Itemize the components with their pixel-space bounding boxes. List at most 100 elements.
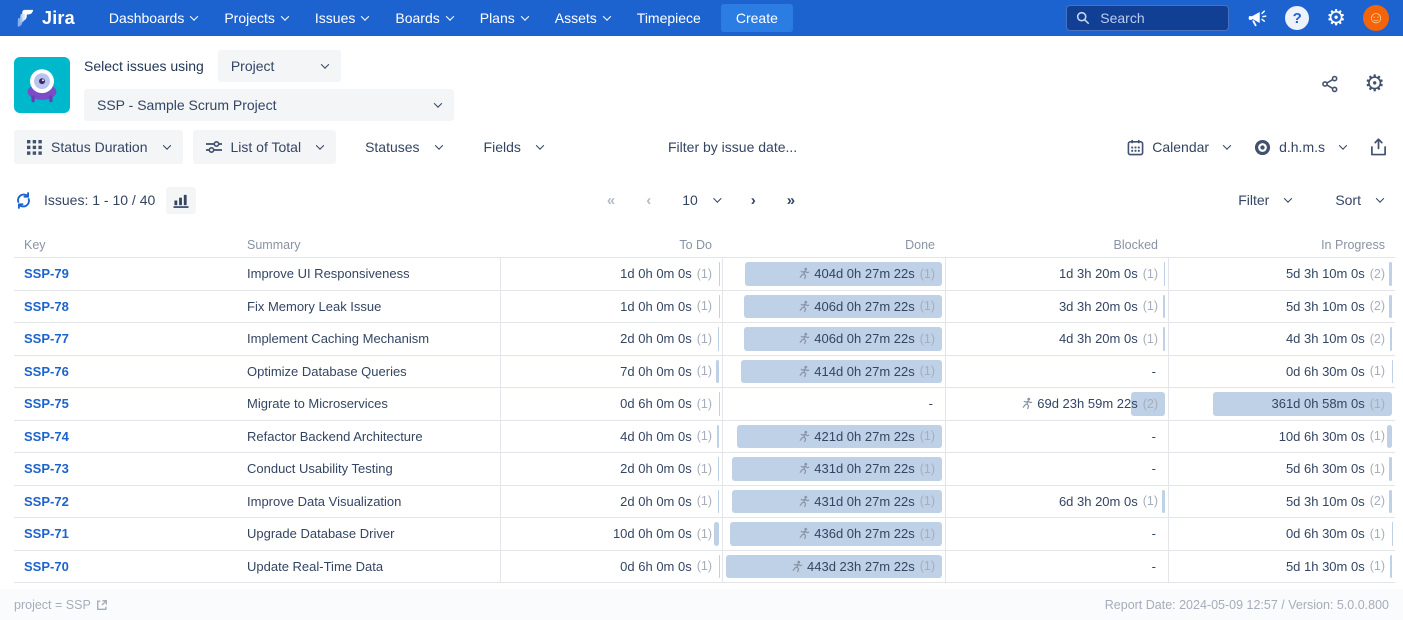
column-header-inprogress[interactable]: In Progress — [1168, 238, 1395, 252]
duration-cell-blocked[interactable]: - — [945, 421, 1168, 453]
last-page-button[interactable]: » — [787, 192, 796, 209]
column-header-key[interactable]: Key — [14, 238, 237, 252]
help-button[interactable]: ? — [1285, 6, 1309, 30]
calendar-icon — [1127, 139, 1144, 156]
selector-type-dropdown[interactable]: Project — [218, 50, 341, 82]
ufo-icon — [19, 62, 65, 108]
nav-item-dashboards[interactable]: Dashboards — [109, 10, 198, 26]
page-size-dropdown[interactable]: 10 — [682, 192, 721, 208]
nav-item-timepiece[interactable]: Timepiece — [637, 10, 701, 26]
settings-button[interactable]: ⚙ — [1326, 7, 1346, 29]
issue-date-filter[interactable]: Filter by issue date... — [668, 139, 797, 155]
duration-cell-inprogress[interactable]: 0d 6h 30m 0s (1) — [1168, 518, 1395, 550]
issue-key-link[interactable]: SSP-72 — [24, 494, 69, 509]
duration-cell-done[interactable]: 414d 0h 27m 22s (1) — [722, 356, 945, 388]
duration-cell-todo[interactable]: 2d 0h 0m 0s (1) — [500, 453, 722, 485]
report-settings-button[interactable]: ⚙ — [1364, 72, 1385, 95]
table-body: SSP-79 Improve UI Responsiveness 1d 0h 0… — [14, 258, 1395, 583]
duration-cell-todo[interactable]: 1d 0h 0m 0s (1) — [500, 291, 722, 323]
duration-cell-todo[interactable]: 0d 6h 0m 0s (1) — [500, 551, 722, 583]
refresh-button[interactable] — [14, 191, 33, 210]
duration-cell-blocked[interactable]: - — [945, 453, 1168, 485]
duration-units-dropdown[interactable]: d.h.m.s — [1254, 139, 1346, 156]
issue-key-link[interactable]: SSP-79 — [24, 266, 69, 281]
duration-cell-blocked[interactable]: - — [945, 518, 1168, 550]
nav-item-assets[interactable]: Assets — [555, 10, 610, 26]
duration-count: (2) — [1370, 267, 1385, 281]
duration-cell-done[interactable]: 406d 0h 27m 22s (1) — [722, 323, 945, 355]
search-box[interactable] — [1066, 5, 1229, 31]
issue-key-link[interactable]: SSP-73 — [24, 461, 69, 476]
prev-page-button[interactable]: ‹ — [646, 192, 652, 209]
user-avatar[interactable]: ☺ — [1363, 5, 1389, 31]
duration-cell-done[interactable]: 443d 23h 27m 22s (1) — [722, 551, 945, 583]
jira-logo[interactable]: Jira — [14, 8, 75, 29]
duration-cell-inprogress[interactable]: 0d 6h 30m 0s (1) — [1168, 356, 1395, 388]
issue-key-link[interactable]: SSP-74 — [24, 429, 69, 444]
duration-cell-todo[interactable]: 10d 0h 0m 0s (1) — [500, 518, 722, 550]
duration-cell-inprogress[interactable]: 361d 0h 58m 0s (1) — [1168, 388, 1395, 420]
duration-cell-todo[interactable]: 1d 0h 0m 0s (1) — [500, 258, 722, 290]
duration-cell-inprogress[interactable]: 5d 1h 30m 0s (1) — [1168, 551, 1395, 583]
fields-dropdown[interactable]: Fields — [471, 130, 556, 164]
duration-cell-inprogress[interactable]: 5d 3h 10m 0s (2) — [1168, 486, 1395, 518]
issue-key-link[interactable]: SSP-77 — [24, 331, 69, 346]
duration-cell-todo[interactable]: 2d 0h 0m 0s (1) — [500, 486, 722, 518]
column-header-summary[interactable]: Summary — [237, 238, 500, 252]
duration-cell-blocked[interactable]: 6d 3h 20m 0s (1) — [945, 486, 1168, 518]
project-dropdown[interactable]: SSP - Sample Scrum Project — [84, 89, 454, 121]
calendar-dropdown[interactable]: Calendar — [1127, 139, 1230, 156]
duration-cell-blocked[interactable]: 1d 3h 20m 0s (1) — [945, 258, 1168, 290]
duration-cell-inprogress[interactable]: 5d 6h 30m 0s (1) — [1168, 453, 1395, 485]
duration-cell-done[interactable]: 421d 0h 27m 22s (1) — [722, 421, 945, 453]
duration-cell-inprogress[interactable]: 4d 3h 10m 0s (2) — [1168, 323, 1395, 355]
issue-key-link[interactable]: SSP-71 — [24, 526, 69, 541]
view-type-dropdown[interactable]: List of Total — [193, 130, 337, 164]
duration-cell-inprogress[interactable]: 5d 3h 10m 0s (2) — [1168, 258, 1395, 290]
duration-cell-done[interactable]: - — [722, 388, 945, 420]
announcement-button[interactable] — [1246, 7, 1268, 29]
column-header-blocked[interactable]: Blocked — [945, 238, 1168, 252]
nav-item-issues[interactable]: Issues — [315, 10, 368, 26]
next-page-button[interactable]: › — [751, 192, 757, 209]
nav-item-boards[interactable]: Boards — [395, 10, 452, 26]
timepiece-app-icon[interactable] — [14, 57, 70, 113]
duration-cell-done[interactable]: 406d 0h 27m 22s (1) — [722, 291, 945, 323]
duration-cell-todo[interactable]: 7d 0h 0m 0s (1) — [500, 356, 722, 388]
column-header-done[interactable]: Done — [722, 238, 945, 252]
duration-cell-inprogress[interactable]: 5d 3h 10m 0s (2) — [1168, 291, 1395, 323]
duration-cell-done[interactable]: 431d 0h 27m 22s (1) — [722, 486, 945, 518]
duration-cell-blocked[interactable]: - — [945, 356, 1168, 388]
filter-dropdown[interactable]: Filter — [1238, 192, 1291, 208]
first-page-button[interactable]: « — [607, 192, 616, 209]
duration-value: 4d 0h 0m 0s — [620, 429, 692, 444]
export-button[interactable] — [1370, 138, 1387, 157]
chart-view-button[interactable] — [166, 187, 196, 214]
create-button[interactable]: Create — [721, 4, 793, 32]
issue-key-link[interactable]: SSP-78 — [24, 299, 69, 314]
column-header-todo[interactable]: To Do — [500, 238, 722, 252]
duration-cell-todo[interactable]: 2d 0h 0m 0s (1) — [500, 323, 722, 355]
duration-cell-inprogress[interactable]: 10d 6h 30m 0s (1) — [1168, 421, 1395, 453]
issue-key-link[interactable]: SSP-70 — [24, 559, 69, 574]
duration-cell-done[interactable]: 404d 0h 27m 22s (1) — [722, 258, 945, 290]
issue-key-link[interactable]: SSP-75 — [24, 396, 69, 411]
duration-cell-todo[interactable]: 0d 6h 0m 0s (1) — [500, 388, 722, 420]
statuses-dropdown[interactable]: Statuses — [352, 130, 454, 164]
duration-cell-blocked[interactable]: - — [945, 551, 1168, 583]
issue-key-link[interactable]: SSP-76 — [24, 364, 69, 379]
duration-cell-done[interactable]: 436d 0h 27m 22s (1) — [722, 518, 945, 550]
sort-dropdown[interactable]: Sort — [1335, 192, 1383, 208]
search-input[interactable] — [1098, 9, 1208, 27]
duration-cell-blocked[interactable]: 4d 3h 20m 0s (1) — [945, 323, 1168, 355]
report-type-dropdown[interactable]: Status Duration — [14, 130, 183, 164]
running-status-icon — [797, 527, 810, 540]
nav-item-plans[interactable]: Plans — [480, 10, 528, 26]
duration-cell-blocked[interactable]: 69d 23h 59m 22s (2) — [945, 388, 1168, 420]
duration-cell-done[interactable]: 431d 0h 27m 22s (1) — [722, 453, 945, 485]
duration-cell-todo[interactable]: 4d 0h 0m 0s (1) — [500, 421, 722, 453]
share-button[interactable] — [1320, 74, 1340, 94]
duration-cell-blocked[interactable]: 3d 3h 20m 0s (1) — [945, 291, 1168, 323]
open-query-link[interactable] — [96, 599, 108, 611]
nav-item-projects[interactable]: Projects — [224, 10, 288, 26]
